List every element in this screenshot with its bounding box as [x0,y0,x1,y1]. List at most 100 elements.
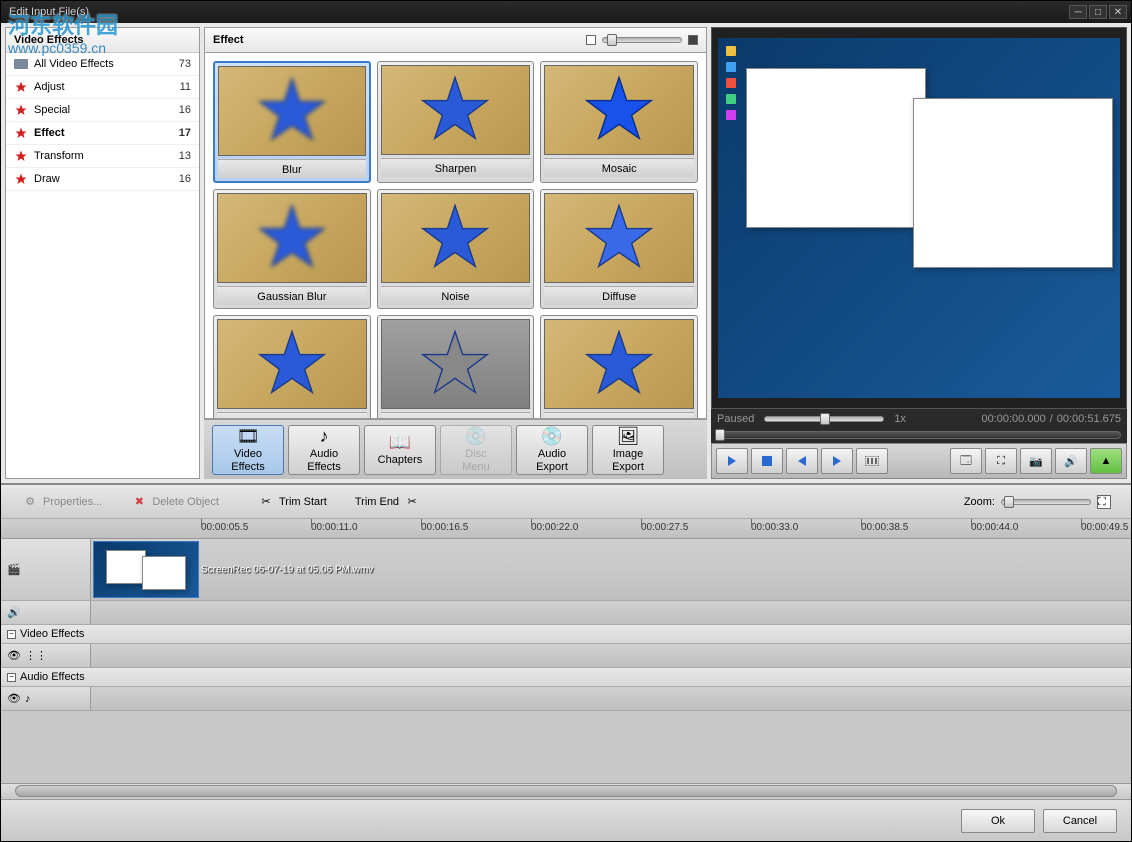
preview-tool-1[interactable]: 🗔 [950,448,982,474]
effect-label: Mosaic [544,158,694,177]
close-button[interactable]: ✕ [1109,5,1127,19]
upper-panel: Video Effects All Video Effects73Adjust1… [1,23,1131,483]
eye-icon: 👁 [7,692,21,705]
tabs-row: 🎞VideoEffects♪AudioEffects📖Chapters💿Disc… [204,419,707,479]
view-toggle-2[interactable] [688,35,698,45]
sidebar-item-adjust[interactable]: Adjust11 [6,76,199,99]
folder-icon [14,59,28,69]
audio-effects-track: 👁♪ [1,687,1131,711]
audio-effects-body[interactable] [91,687,1131,710]
cancel-button[interactable]: Cancel [1043,809,1117,833]
step-button[interactable] [856,448,888,474]
ruler-tick: 00:00:27.5 [641,522,688,533]
sidebar-item-special[interactable]: Special16 [6,99,199,122]
video-effects-body[interactable] [91,644,1131,667]
thumbnail-size-slider[interactable] [602,37,682,43]
preview-time-sep: / [1050,413,1053,425]
preview-speed: 1x [894,413,906,425]
sidebar-item-count: 17 [179,127,191,139]
timeline-scrollbar[interactable] [1,783,1131,799]
preview-seek[interactable] [711,429,1127,443]
tab-disc-menu: 💿DiscMenu [440,425,512,475]
tab-image-export[interactable]: 🖼ImageExport [592,425,664,475]
tab-video-effects[interactable]: 🎞VideoEffects [212,425,284,475]
snapshot-button[interactable]: 📷 [1020,448,1052,474]
effect-blur[interactable]: Blur [213,61,371,183]
effect-thumbnail [217,319,367,409]
tab-chapters[interactable]: 📖Chapters [364,425,436,475]
sidebar-item-draw[interactable]: Draw 16 [6,168,199,191]
film-icon: 🎬 [7,563,21,576]
effect-diffuse[interactable]: Diffuse [540,189,698,309]
video-clip[interactable] [93,541,199,598]
audio-wave-head[interactable]: 🔊 [1,601,91,624]
effect-emboss[interactable]: Emboss [377,315,535,419]
audio-effects-head[interactable]: 👁♪ [1,687,91,710]
audio-wave-track: 🔊 [1,601,1131,625]
tab-audio-effects[interactable]: ♪AudioEffects [288,425,360,475]
effect-motion-blur[interactable]: Motion Blur [213,315,371,419]
app-window: 河东软件园 www.pc0359.cn Edit Input File(s) ─… [0,0,1132,842]
video-effects-group[interactable]: −Video Effects [1,625,1131,644]
preview-tool-3[interactable]: ▲ [1090,448,1122,474]
effect-minimal[interactable]: Minimal [540,315,698,419]
timeline-tracks: 🎬 ScreenRec 06-07-19 at 05.06 PM.wmv 🔊 −… [1,539,1131,783]
preview-tool-2[interactable]: ⛶ [985,448,1017,474]
trim-start-button[interactable]: ✂Trim Start [257,493,327,511]
minimize-button[interactable]: ─ [1069,5,1087,19]
video-effects-head[interactable]: 👁⋮⋮ [1,644,91,667]
folder-icon [14,57,28,71]
tab-audio-export[interactable]: 💿AudioExport [516,425,588,475]
maximize-button[interactable]: □ [1089,5,1107,19]
view-toggle-1[interactable] [586,35,596,45]
effects-grid: BlurSharpen Mosaic Gaussian Blur Noise Diffu… [204,52,707,419]
star-icon [14,149,28,163]
preview-speed-slider[interactable] [764,416,884,422]
window-title: Edit Input File(s) [5,6,1069,18]
effect-sharpen[interactable]: Sharpen [377,61,535,183]
video-track-head[interactable]: 🎬 [1,539,91,600]
video-track-body[interactable]: ScreenRec 06-07-19 at 05.06 PM.wmv [91,539,1131,600]
effect-thumbnail [544,193,694,283]
trim-end-button[interactable]: Trim End✂ [355,493,421,511]
effect-label: Noise [381,286,531,305]
sidebar-item-all-video-effects[interactable]: All Video Effects73 [6,53,199,76]
delete-object-button[interactable]: ✖Delete Object [130,493,219,511]
titlebar: Edit Input File(s) ─ □ ✕ [1,1,1131,23]
ok-button[interactable]: Ok [961,809,1035,833]
ruler-tick: 00:00:16.5 [421,522,468,533]
chapters-icon: 📖 [388,432,412,452]
preview-time-current: 00:00:00.000 [981,413,1045,425]
ruler-tick: 00:00:05.5 [201,522,248,533]
effect-mosaic[interactable]: Mosaic [540,61,698,183]
iexport-icon: 🖼 [616,426,640,446]
effect-label: Gaussian Blur [217,286,367,305]
sidebar-item-transform[interactable]: Transform13 [6,145,199,168]
effect-label: Emboss [381,412,531,419]
play-button[interactable] [716,448,748,474]
next-frame-button[interactable] [821,448,853,474]
sidebar-item-effect[interactable]: Effect17 [6,122,199,145]
properties-button[interactable]: ⚙Properties... [21,493,102,511]
zoom-fit-button[interactable]: ⛶ [1097,495,1111,509]
audio-icon: ♪ [312,426,336,446]
sidebar-item-label: Draw [34,173,60,185]
prev-frame-button[interactable] [786,448,818,474]
effects-header-bar: Effect [204,27,707,52]
volume-button[interactable]: 🔊 [1055,448,1087,474]
stop-button[interactable] [751,448,783,474]
timeline-ruler[interactable]: 00:00:05.500:00:11.000:00:16.500:00:22.0… [1,519,1131,539]
effect-gaussian-blur[interactable]: Gaussian Blur [213,189,371,309]
effect-label: Minimal [544,412,694,419]
zoom-label: Zoom: [964,496,995,508]
preview-time-total: 00:00:51.675 [1057,413,1121,425]
audio-wave-body[interactable] [91,601,1131,624]
aexport-icon: 💿 [540,426,564,446]
ruler-tick: 00:00:49.5 [1081,522,1128,533]
sidebar-item-count: 16 [179,173,191,185]
zoom-slider[interactable] [1001,499,1091,505]
effect-thumbnail [217,193,367,283]
effect-noise[interactable]: Noise [377,189,535,309]
timeline-area: ⚙Properties... ✖Delete Object ✂Trim Star… [1,483,1131,799]
audio-effects-group[interactable]: −Audio Effects [1,668,1131,687]
